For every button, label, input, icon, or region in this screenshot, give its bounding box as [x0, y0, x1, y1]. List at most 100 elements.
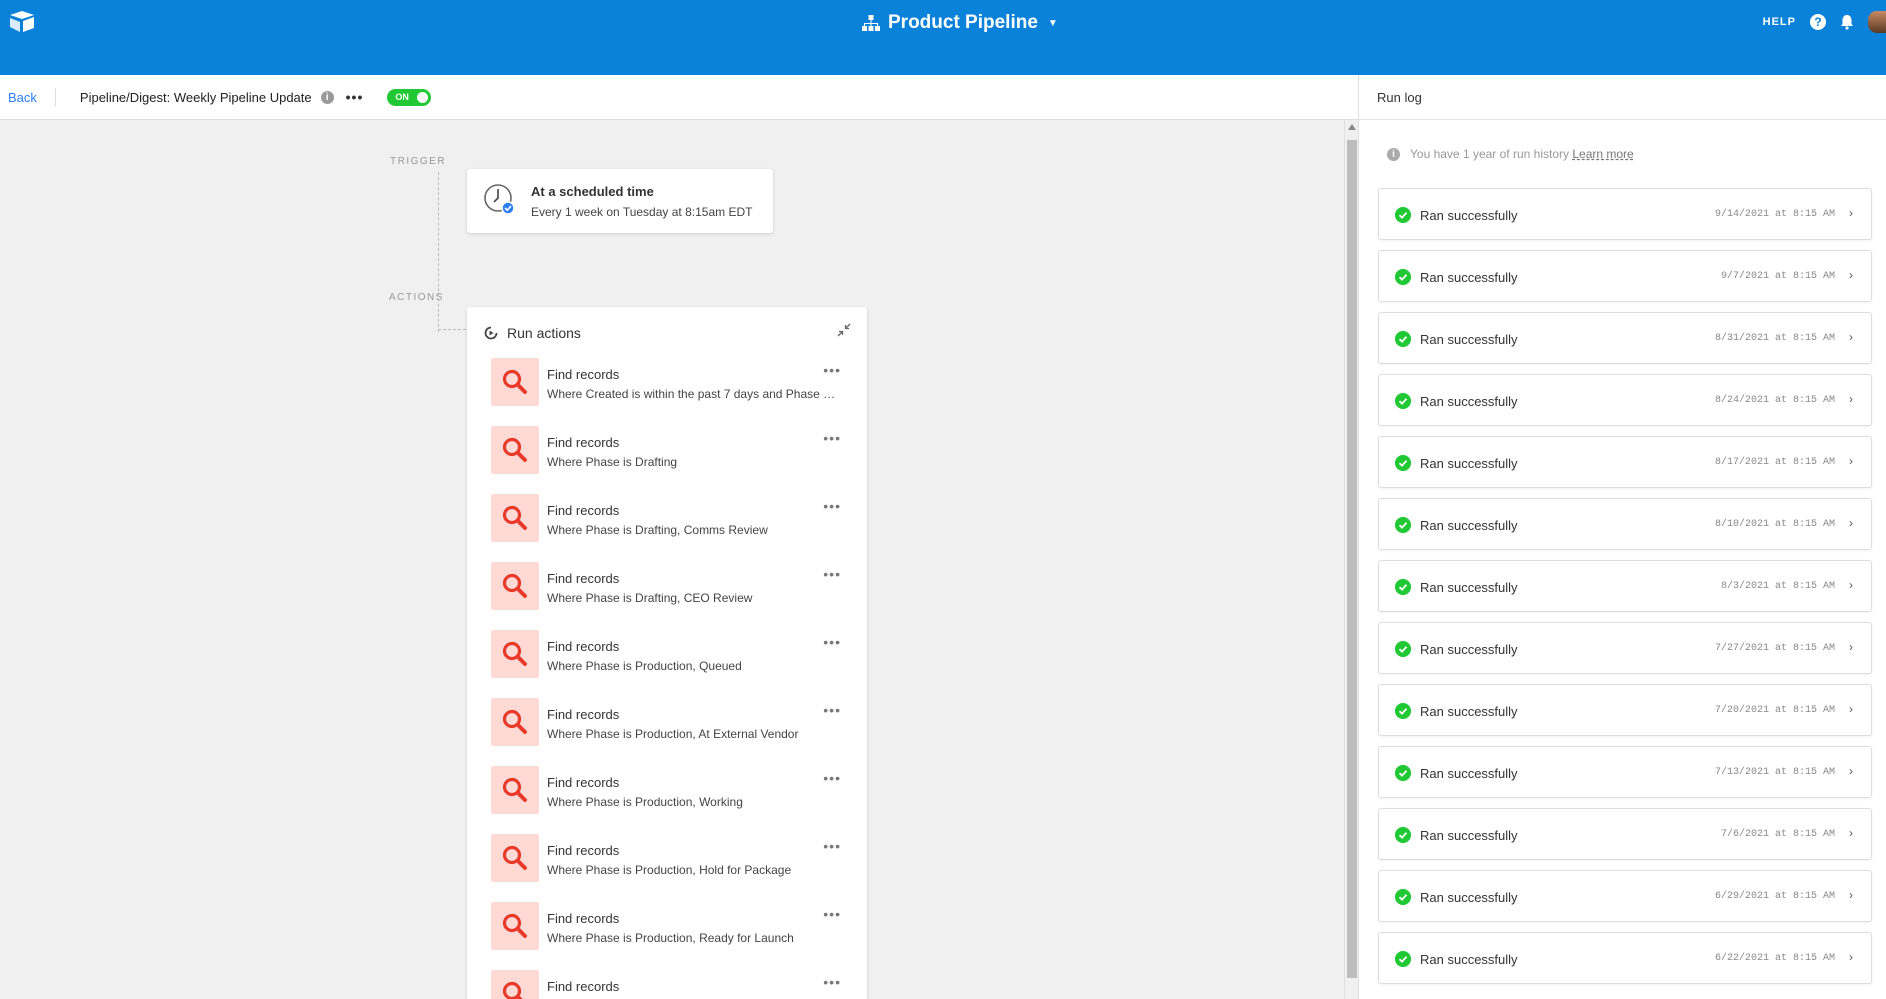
run-timestamp: 7/20/2021 at 8:15 AM: [1714, 705, 1835, 716]
info-icon: i: [1387, 147, 1400, 161]
action-row[interactable]: Find records Where Phase is Production, W…: [491, 766, 851, 818]
back-link[interactable]: Back: [8, 90, 37, 105]
bell-icon[interactable]: [1840, 14, 1854, 30]
action-title: Find records: [547, 979, 620, 994]
help-icon[interactable]: ?: [1810, 14, 1826, 30]
run-timestamp: 8/3/2021 at 8:15 AM: [1720, 581, 1835, 592]
run-status: Ran successfully: [1420, 580, 1518, 595]
action-condition: Where Phase is Production, Working: [547, 795, 743, 809]
action-title: Find records: [547, 503, 620, 518]
run-log-item[interactable]: Ran successfully 7/27/2021 at 8:15 AM ›: [1378, 622, 1872, 674]
base-title-menu[interactable]: Product Pipeline ▼: [862, 10, 1058, 36]
clock-icon: [484, 184, 515, 215]
canvas-scrollbar[interactable]: [1344, 120, 1358, 999]
chevron-down-icon: ▼: [1047, 17, 1058, 29]
action-row[interactable]: Find records Where Phase is Drafting, CEO…: [491, 562, 851, 614]
action-condition: Where Phase is Drafting, Comms Review: [547, 523, 768, 537]
action-more-button[interactable]: •••: [823, 974, 841, 990]
actions-section-label: ACTIONS: [389, 292, 444, 303]
airtable-logo-icon[interactable]: [8, 10, 36, 34]
action-more-button[interactable]: •••: [823, 906, 841, 922]
automation-on-toggle[interactable]: ON: [387, 88, 432, 106]
run-log-item[interactable]: Ran successfully 6/22/2021 at 8:15 AM ›: [1378, 932, 1872, 984]
run-log-item[interactable]: Ran successfully 8/24/2021 at 8:15 AM ›: [1378, 374, 1872, 426]
check-circle-icon: [1395, 455, 1411, 471]
run-timestamp: 8/17/2021 at 8:15 AM: [1714, 457, 1835, 468]
action-title: Find records: [547, 775, 620, 790]
run-log-item[interactable]: Ran successfully 7/20/2021 at 8:15 AM ›: [1378, 684, 1872, 736]
check-circle-icon: [1395, 641, 1411, 657]
action-row[interactable]: Find records Where Phase is Production, A…: [491, 698, 851, 750]
run-timestamp: 7/13/2021 at 8:15 AM: [1714, 767, 1835, 778]
action-more-button[interactable]: •••: [823, 498, 841, 514]
run-log-item[interactable]: Ran successfully 8/17/2021 at 8:15 AM ›: [1378, 436, 1872, 488]
run-log-item[interactable]: Ran successfully 8/31/2021 at 8:15 AM ›: [1378, 312, 1872, 364]
search-icon: [491, 358, 539, 406]
run-log-item[interactable]: Ran successfully 8/10/2021 at 8:15 AM ›: [1378, 498, 1872, 550]
action-more-button[interactable]: •••: [823, 430, 841, 446]
action-row[interactable]: Find records Where Phase is Drafting, Com…: [491, 494, 851, 546]
run-actions-header: Run actions: [483, 325, 581, 341]
action-more-button[interactable]: •••: [823, 566, 841, 582]
search-icon: [491, 834, 539, 882]
action-more-button[interactable]: •••: [823, 362, 841, 378]
action-title: Find records: [547, 707, 620, 722]
action-row[interactable]: Find records •••: [491, 970, 851, 999]
action-more-button[interactable]: •••: [823, 634, 841, 650]
check-circle-icon: [1395, 393, 1411, 409]
search-icon: [491, 562, 539, 610]
action-row[interactable]: Find records Where Created is within the …: [491, 358, 851, 410]
check-circle-icon: [1395, 703, 1411, 719]
run-log-item[interactable]: Ran successfully 7/6/2021 at 8:15 AM ›: [1378, 808, 1872, 860]
automation-name[interactable]: Pipeline/Digest: Weekly Pipeline Update: [80, 90, 312, 105]
chevron-right-icon: ›: [1849, 268, 1853, 282]
action-more-button[interactable]: •••: [823, 702, 841, 718]
automation-header: Back Pipeline/Digest: Weekly Pipeline Up…: [0, 75, 1358, 120]
search-icon: [491, 426, 539, 474]
help-link[interactable]: HELP: [1763, 16, 1796, 28]
collapse-icon[interactable]: [837, 323, 851, 337]
run-status: Ran successfully: [1420, 518, 1518, 533]
divider: [54, 88, 56, 106]
action-more-button[interactable]: •••: [823, 838, 841, 854]
trigger-card[interactable]: At a scheduled time Every 1 week on Tues…: [467, 169, 773, 233]
run-log-panel: Run log i You have 1 year of run history…: [1358, 75, 1886, 999]
action-title: Find records: [547, 571, 620, 586]
info-icon[interactable]: i: [320, 90, 334, 104]
action-more-button[interactable]: •••: [823, 770, 841, 786]
chevron-right-icon: ›: [1849, 454, 1853, 468]
run-timestamp: 8/10/2021 at 8:15 AM: [1714, 519, 1835, 530]
run-log-item[interactable]: Ran successfully 8/3/2021 at 8:15 AM ›: [1378, 560, 1872, 612]
run-log-item[interactable]: Ran successfully 9/7/2021 at 8:15 AM ›: [1378, 250, 1872, 302]
trigger-section-label: TRIGGER: [390, 156, 447, 167]
check-circle-icon: [1395, 951, 1411, 967]
action-title: Find records: [547, 911, 620, 926]
run-timestamp: 8/24/2021 at 8:15 AM: [1714, 395, 1835, 406]
action-row[interactable]: Find records Where Phase is Production, H…: [491, 834, 851, 886]
action-condition: Where Phase is Production, Queued: [547, 659, 742, 673]
run-timestamp: 9/7/2021 at 8:15 AM: [1720, 271, 1835, 282]
action-row[interactable]: Find records Where Phase is Production, Q…: [491, 630, 851, 682]
trigger-schedule: Every 1 week on Tuesday at 8:15am EDT: [531, 205, 753, 219]
chevron-right-icon: ›: [1849, 516, 1853, 530]
run-status: Ran successfully: [1420, 828, 1518, 843]
chevron-right-icon: ›: [1849, 392, 1853, 406]
run-log-item[interactable]: Ran successfully 9/14/2021 at 8:15 AM ›: [1378, 188, 1872, 240]
action-row[interactable]: Find records Where Phase is Production, R…: [491, 902, 851, 954]
run-timestamp: 7/6/2021 at 8:15 AM: [1720, 829, 1835, 840]
top-bar: Product Pipeline ▼ HELP ?: [0, 0, 1886, 75]
more-options-button[interactable]: •••: [346, 89, 364, 105]
learn-more-link[interactable]: Learn more: [1572, 147, 1633, 161]
run-log-item[interactable]: Ran successfully 7/13/2021 at 8:15 AM ›: [1378, 746, 1872, 798]
avatar[interactable]: [1868, 11, 1886, 33]
run-status: Ran successfully: [1420, 766, 1518, 781]
action-row[interactable]: Find records Where Phase is Drafting •••: [491, 426, 851, 478]
run-log-item[interactable]: Ran successfully 6/29/2021 at 8:15 AM ›: [1378, 870, 1872, 922]
action-condition: Where Phase is Production, Ready for Lau…: [547, 931, 794, 945]
scroll-thumb[interactable]: [1347, 140, 1357, 978]
chevron-right-icon: ›: [1849, 206, 1853, 220]
action-title: Find records: [547, 367, 620, 382]
trigger-title: At a scheduled time: [531, 184, 654, 199]
scroll-up-arrow[interactable]: [1348, 124, 1356, 130]
run-status: Ran successfully: [1420, 270, 1518, 285]
